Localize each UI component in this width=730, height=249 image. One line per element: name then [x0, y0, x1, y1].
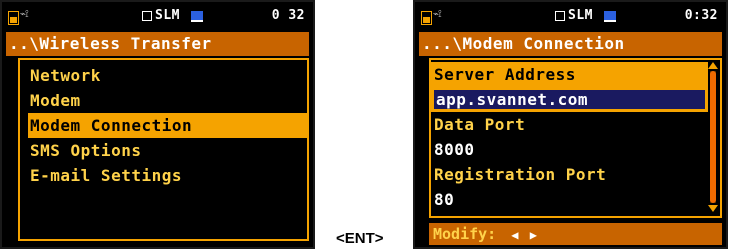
left-right-arrows-icon: ◀ ▶	[511, 228, 539, 242]
menu-item-modem[interactable]: Modem	[28, 88, 305, 113]
signal-icon: ⌁⟟	[20, 9, 29, 20]
menu-item-modem-connection[interactable]: Modem Connection	[28, 113, 307, 138]
right-device-screen: ⌁⟟ SLM 0:32 ...\Modem Connection Server …	[413, 0, 728, 249]
scrollbar-track[interactable]	[710, 71, 716, 203]
server-address-label[interactable]: Server Address	[431, 62, 708, 87]
scrollbar-thumb[interactable]	[710, 71, 716, 203]
registration-port-label[interactable]: Registration Port	[431, 162, 708, 187]
signal-icon: ⌁⟟	[433, 9, 442, 20]
status-bar: ⌁⟟ SLM 0:32	[421, 6, 720, 28]
status-bar: ⌁⟟ SLM 0 32	[8, 6, 307, 28]
battery-icon: ⌁⟟	[8, 9, 44, 25]
battery-icon: ⌁⟟	[421, 9, 457, 25]
mode-label: SLM	[155, 8, 180, 23]
hint-bar: Modify: ◀ ▶	[429, 223, 722, 245]
scrollbar[interactable]	[708, 62, 718, 212]
scroll-up-arrow-icon[interactable]	[708, 62, 718, 69]
screen-title: ..\Wireless Transfer	[6, 32, 309, 56]
hint-label: Modify:	[433, 225, 497, 243]
scroll-down-arrow-icon[interactable]	[708, 205, 718, 212]
menu-item-network[interactable]: Network	[28, 63, 305, 88]
menu-item-email-settings[interactable]: E-mail Settings	[28, 163, 305, 188]
data-port-label[interactable]: Data Port	[431, 112, 708, 137]
time-display: 0 32	[271, 8, 305, 23]
data-port-value[interactable]: 8000	[431, 137, 708, 162]
server-address-value[interactable]: app.svannet.com	[431, 87, 708, 112]
registration-port-value[interactable]: 80	[431, 187, 708, 212]
mode-label: SLM	[568, 8, 593, 23]
ent-key-label: <ENT>	[336, 230, 384, 247]
left-device-screen: ⌁⟟ SLM 0 32 ..\Wireless Transfer Network…	[0, 0, 315, 249]
screen-title: ...\Modem Connection	[419, 32, 722, 56]
menu-list: Network Modem Modem Connection SMS Optio…	[18, 58, 309, 241]
menu-item-sms-options[interactable]: SMS Options	[28, 138, 305, 163]
square-indicator-icon	[555, 11, 565, 21]
time-display: 0:32	[684, 8, 718, 23]
mode-indicator-icon	[191, 11, 203, 22]
square-indicator-icon	[142, 11, 152, 21]
mode-indicator-icon	[604, 11, 616, 22]
